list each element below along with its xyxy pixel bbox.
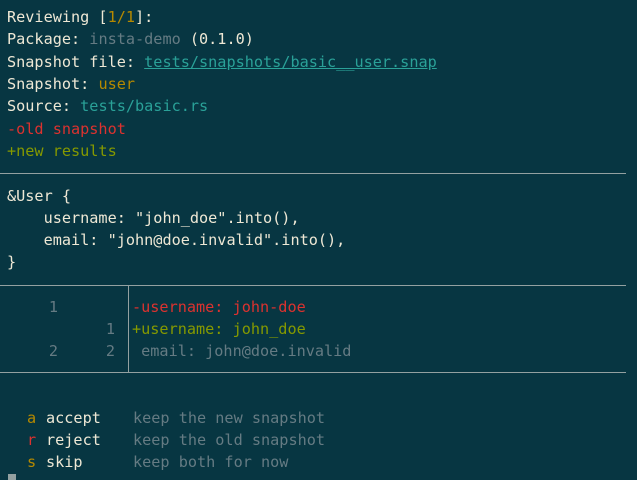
skip-key[interactable]: s (27, 451, 39, 473)
diff-line-added: +username: john_doe (132, 320, 306, 338)
reject-label[interactable]: reject (46, 429, 101, 451)
diff-divider-top (0, 285, 626, 286)
skip-description: keep both for now (133, 453, 289, 471)
new-results-legend: +new results (7, 142, 117, 160)
skip-label[interactable]: skip (46, 451, 83, 473)
package-name: insta-demo (89, 30, 181, 48)
expression-line: } (7, 253, 17, 271)
diff-line-removed: -username: john-doe (132, 298, 306, 316)
new-line-number: 2 (105, 342, 115, 360)
package-line: Package: insta-demo (0.1.0) (7, 28, 254, 50)
new-line-number (95, 296, 115, 318)
package-version: (0.1.0) (180, 30, 254, 48)
snapshot-label: Snapshot: (7, 75, 99, 93)
snapshot-name-line: Snapshot: user (7, 73, 135, 95)
snapshot-name: user (98, 75, 136, 93)
source-line: Source: tests/basic.rs (7, 95, 208, 117)
expression-line: username: "john_doe".into(), (7, 209, 300, 227)
diff-line-context: email: john@doe.invalid (132, 342, 352, 360)
old-line-number: 2 (48, 342, 58, 360)
expression-line: &User { (7, 187, 72, 205)
source-path: tests/basic.rs (80, 97, 209, 115)
old-snapshot-legend: -old snapshot (7, 120, 126, 138)
accept-label[interactable]: accept (46, 407, 101, 429)
reviewing-suffix: ]: (135, 8, 154, 26)
diff-gutter-separator (128, 285, 129, 372)
divider-top (0, 173, 626, 174)
old-line-number (38, 318, 58, 340)
reject-description: keep the old snapshot (133, 431, 326, 449)
reviewing-line: Reviewing [1/1]: (7, 6, 153, 28)
expression-line: email: "john@doe.invalid".into(), (7, 231, 346, 249)
terminal-window: Reviewing [1/1]: Package: insta-demo (0.… (0, 0, 637, 480)
source-label: Source: (7, 97, 81, 115)
old-line-number: 1 (48, 298, 58, 316)
reviewing-label: Reviewing [ (7, 8, 108, 26)
reject-key[interactable]: r (27, 429, 39, 451)
package-label: Package: (7, 30, 90, 48)
accept-description: keep the new snapshot (133, 409, 326, 427)
accept-key[interactable]: a (27, 407, 39, 429)
snapshot-file-link[interactable]: tests/snapshots/basic__user.snap (144, 53, 437, 71)
new-line-number: 1 (105, 320, 115, 338)
snapshot-file-line: Snapshot file: tests/snapshots/basic__us… (7, 51, 437, 73)
reviewing-count: 1/1 (107, 8, 136, 26)
snapshot-file-label: Snapshot file: (7, 53, 145, 71)
terminal-cursor (8, 474, 16, 480)
diff-divider-bottom (0, 372, 626, 373)
